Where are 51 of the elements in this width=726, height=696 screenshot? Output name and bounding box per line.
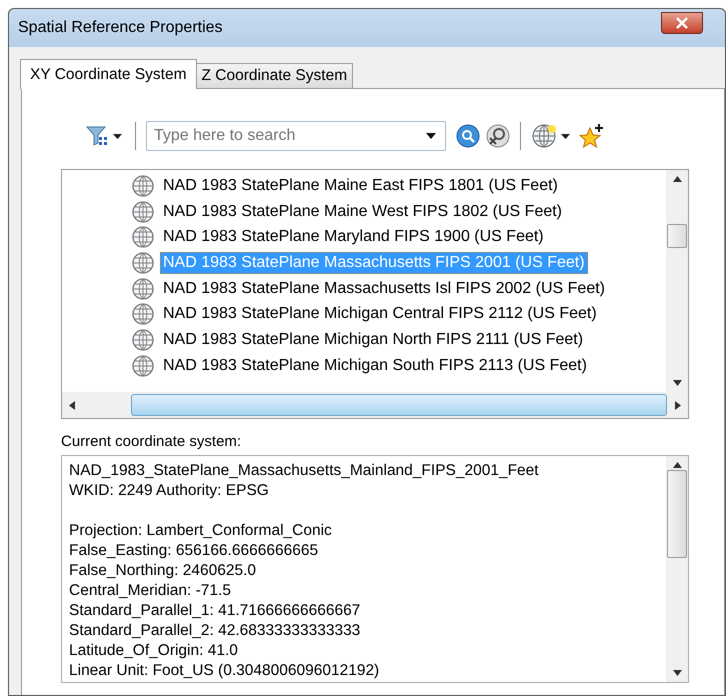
globe-icon bbox=[132, 252, 154, 274]
globe-icon bbox=[132, 354, 154, 377]
list-item[interactable]: NAD 1983 StatePlane Maine West FIPS 1802 (US Feet) bbox=[160, 200, 566, 223]
list-item[interactable]: NAD 1983 StatePlane Michigan Central FIPS 2112 (US Feet) bbox=[160, 303, 600, 326]
tab[interactable]: Z Coordinate System bbox=[196, 63, 354, 88]
star-plus-icon bbox=[579, 123, 605, 149]
detail-line: Linear Unit: Foot_US (0.3048006096012192) bbox=[69, 661, 380, 681]
list-item[interactable]: NAD 1983 StatePlane Maine East FIPS 1801 (US Feet) bbox=[160, 174, 561, 197]
detail-line: False_Northing: 2460625.0 bbox=[69, 561, 256, 581]
detail-line: False_Easting: 656166.6666666665 bbox=[69, 541, 318, 561]
detail-line: Standard_Parallel_2: 42.68333333333333 bbox=[69, 621, 360, 641]
globe-icon bbox=[132, 226, 154, 248]
detail-line: WKID: 2249 Authority: EPSG bbox=[69, 481, 269, 501]
vertical-scrollbar[interactable] bbox=[666, 456, 688, 682]
current-system-label: Current coordinate system: bbox=[61, 433, 242, 450]
globe-icon bbox=[531, 123, 573, 149]
close-button[interactable] bbox=[661, 12, 703, 34]
window-title: Spatial Reference Properties bbox=[18, 19, 223, 37]
detail-line: Projection: Lambert_Conformal_Conic bbox=[69, 521, 332, 541]
detail-line: NAD_1983_StatePlane_Massachusetts_Mainland_FIPS_2001_Feet bbox=[69, 461, 539, 481]
search-button[interactable] bbox=[456, 124, 480, 148]
horizontal-scrollbar[interactable] bbox=[62, 392, 688, 418]
scroll-up-arrow-icon[interactable] bbox=[672, 176, 682, 182]
search-icon bbox=[456, 124, 480, 148]
list-item[interactable]: NAD 1983 StatePlane Michigan South FIPS 2113 (US Feet) bbox=[160, 354, 590, 377]
detail-line: Standard_Parallel_1: 41.71666666666667 bbox=[69, 601, 360, 621]
scroll-up-arrow-icon[interactable] bbox=[672, 462, 682, 468]
list-item[interactable]: NAD 1983 StatePlane Maryland FIPS 1900 (US Feet) bbox=[160, 226, 547, 248]
globe-icon bbox=[132, 200, 154, 223]
scroll-right-arrow-icon[interactable] bbox=[675, 400, 681, 410]
globe-icon bbox=[132, 303, 154, 326]
globe-menu-button[interactable] bbox=[531, 123, 573, 149]
add-favorite-button[interactable] bbox=[579, 123, 605, 149]
scrollbar-thumb[interactable] bbox=[667, 470, 687, 558]
detail-line: Latitude_Of_Origin: 41.0 bbox=[69, 641, 238, 661]
scroll-left-arrow-icon[interactable] bbox=[69, 400, 75, 410]
dropdown-caret-icon[interactable] bbox=[425, 132, 437, 140]
close-icon bbox=[675, 17, 689, 29]
scroll-down-arrow-icon[interactable] bbox=[672, 670, 682, 676]
globe-icon bbox=[132, 174, 154, 197]
search-field[interactable]: Type here to search bbox=[146, 121, 446, 151]
globe-icon bbox=[132, 328, 154, 351]
list-item[interactable]: NAD 1983 StatePlane Michigan North FIPS 2111 (US Feet) bbox=[160, 328, 586, 351]
scrollbar-thumb[interactable] bbox=[131, 394, 667, 416]
globe-icon bbox=[132, 278, 154, 300]
list-item[interactable]: NAD 1983 StatePlane Massachusetts Isl FIPS 2002 (US Feet) bbox=[160, 278, 608, 300]
tab[interactable]: XY Coordinate System bbox=[20, 59, 197, 89]
detail-line: Central_Meridian: -71.5 bbox=[69, 581, 231, 601]
vertical-scrollbar[interactable] bbox=[666, 170, 688, 392]
scroll-down-arrow-icon[interactable] bbox=[672, 380, 682, 386]
scrollbar-thumb[interactable] bbox=[667, 224, 687, 248]
